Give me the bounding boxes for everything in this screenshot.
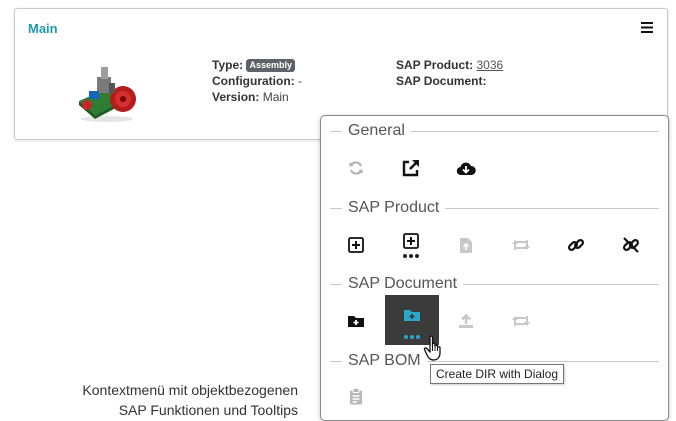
- file-upload-icon: [460, 237, 472, 253]
- caption: Kontextmenü mit objektbezogenen SAP Funk…: [82, 380, 298, 420]
- dialog-dots: [403, 254, 419, 258]
- open-external-icon: [402, 160, 419, 177]
- caption-line-2: SAP Funktionen und Tooltips: [118, 402, 298, 418]
- sync-icon: [512, 316, 530, 326]
- info-left: Type: Assembly Configuration: - Version:…: [212, 57, 302, 105]
- clipboard-icon: [350, 387, 362, 404]
- section-sap-document: SAP Document: [330, 274, 659, 294]
- open-external-button[interactable]: [395, 152, 427, 184]
- add-square-dialog-icon: [403, 233, 419, 249]
- sap-product-label: SAP Product:: [396, 58, 474, 72]
- caption-line-1: Kontextmenü mit objektbezogenen: [82, 382, 298, 398]
- upload-icon: [459, 313, 473, 328]
- dialog-dots: [404, 335, 420, 339]
- section-general: General: [330, 121, 659, 141]
- section-title: SAP BOM: [348, 352, 421, 369]
- version-label: Version:: [212, 90, 260, 104]
- sap-document-icon-row: [321, 295, 668, 345]
- type-badge: Assembly: [246, 59, 295, 72]
- refresh-icon: [349, 161, 363, 175]
- sap-product-link[interactable]: 3036: [476, 58, 503, 72]
- sync-product-button[interactable]: [505, 229, 537, 261]
- section-sap-product: SAP Product: [330, 198, 659, 218]
- bom-button[interactable]: [340, 380, 372, 412]
- link-product-button[interactable]: [560, 229, 592, 261]
- info-right: SAP Product: 3036 SAP Document:: [396, 57, 503, 89]
- section-title: SAP Product: [348, 199, 440, 216]
- hand-pointer-icon: [423, 335, 441, 361]
- add-square-icon: [348, 237, 364, 253]
- upload-document-button[interactable]: [450, 305, 482, 337]
- assembly-thumbnail: [79, 67, 136, 122]
- create-product-dialog-button[interactable]: [395, 229, 427, 261]
- refresh-button[interactable]: [340, 152, 372, 184]
- folder-plus-icon: [348, 316, 364, 327]
- sap-bom-icon-row: [321, 380, 668, 420]
- cloud-download-icon: [456, 162, 476, 176]
- create-dir-button[interactable]: [340, 305, 372, 337]
- folder-plus-dialog-icon: [404, 310, 420, 321]
- configuration-label: Configuration:: [212, 74, 295, 88]
- create-product-button[interactable]: [340, 229, 372, 261]
- tooltip: Create DIR with Dialog: [430, 364, 565, 384]
- sap-product-icon-row: [321, 229, 668, 269]
- section-title: SAP Document: [348, 275, 458, 292]
- link-icon: [567, 238, 585, 252]
- type-label: Type:: [212, 58, 244, 72]
- file-upload-button[interactable]: [450, 229, 482, 261]
- hamburger-icon: [641, 21, 653, 33]
- unlink-icon: [622, 237, 640, 253]
- sync-document-button[interactable]: [505, 305, 537, 337]
- general-icon-row: [321, 152, 668, 192]
- configuration-value: -: [298, 74, 302, 88]
- cloud-download-button[interactable]: [450, 152, 482, 184]
- unlink-product-button[interactable]: [615, 229, 647, 261]
- version-value: Main: [262, 90, 289, 104]
- sync-icon: [512, 240, 530, 250]
- sap-document-label: SAP Document:: [396, 74, 487, 88]
- card-title[interactable]: Main: [28, 21, 58, 36]
- hamburger-menu-button[interactable]: [637, 17, 657, 37]
- section-title: General: [348, 122, 405, 139]
